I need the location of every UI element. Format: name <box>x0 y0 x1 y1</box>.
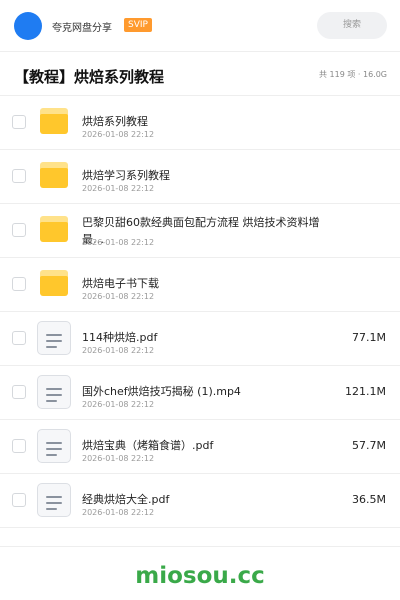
document-icon <box>37 429 71 463</box>
file-date: 2026-01-08 22:12 <box>82 454 155 463</box>
user-name[interactable]: 夸克网盘分享 <box>52 19 112 34</box>
file-size: 57.7M <box>352 439 386 452</box>
folder-header: 【教程】烘焙系列教程 共 119 项 · 16.0G <box>0 52 400 96</box>
file-row[interactable]: 经典烘焙大全.pdf 2026-01-08 22:12 36.5M <box>0 474 400 528</box>
file-name[interactable]: 国外chef烘焙技巧揭秘 (1).mp4 <box>82 383 322 399</box>
file-row[interactable]: 烘焙学习系列教程 2026-01-08 22:12 <box>0 150 400 204</box>
row-checkbox[interactable] <box>12 331 26 345</box>
file-name[interactable]: 烘焙学习系列教程 <box>82 167 322 183</box>
document-icon <box>37 321 71 355</box>
page-title: 【教程】烘焙系列教程 <box>14 68 165 86</box>
file-date: 2026-01-08 22:12 <box>82 292 155 301</box>
file-date: 2026-01-08 22:12 <box>82 508 155 517</box>
folder-icon <box>40 108 68 134</box>
file-row[interactable]: 国外chef烘焙技巧揭秘 (1).mp4 2026-01-08 22:12 121.… <box>0 366 400 420</box>
folder-icon <box>40 216 68 242</box>
file-row[interactable]: 烘焙电子书下载 2026-01-08 22:12 <box>0 258 400 312</box>
row-checkbox[interactable] <box>12 169 26 183</box>
file-row[interactable]: 烘焙宝典（烤箱食谱）.pdf 2026-01-08 22:12 57.7M <box>0 420 400 474</box>
file-row[interactable]: 114种烘焙.pdf 2026-01-08 22:12 77.1M <box>0 312 400 366</box>
file-name[interactable]: 烘焙宝典（烤箱食谱）.pdf <box>82 437 322 453</box>
file-size: 77.1M <box>352 331 386 344</box>
document-icon <box>37 375 71 409</box>
file-name[interactable]: 烘焙电子书下载 <box>82 275 322 291</box>
file-row[interactable]: 巴黎贝甜60款经典面包配方流程 烘焙技术资料增最… 2026-01-08 22:1… <box>0 204 400 258</box>
file-size: 121.1M <box>345 385 386 398</box>
row-checkbox[interactable] <box>12 493 26 507</box>
file-list: 烘焙系列教程 2026-01-08 22:12 烘焙学习系列教程 2026-01-08… <box>0 96 400 528</box>
footer: miosou.cc <box>0 546 400 600</box>
row-checkbox[interactable] <box>12 115 26 129</box>
top-bar: 夸克网盘分享 SVIP 搜索 <box>0 0 400 52</box>
row-checkbox[interactable] <box>12 223 26 237</box>
row-checkbox[interactable] <box>12 385 26 399</box>
watermark: miosou.cc <box>135 563 265 589</box>
search-input[interactable]: 搜索 <box>317 12 387 39</box>
folder-icon <box>40 162 68 188</box>
file-size: 36.5M <box>352 493 386 506</box>
file-date: 2026-01-08 22:12 <box>82 238 155 247</box>
file-name[interactable]: 经典烘焙大全.pdf <box>82 491 322 507</box>
row-checkbox[interactable] <box>12 439 26 453</box>
file-date: 2026-01-08 22:12 <box>82 130 155 139</box>
row-checkbox[interactable] <box>12 277 26 291</box>
avatar[interactable] <box>14 12 42 40</box>
file-date: 2026-01-08 22:12 <box>82 346 155 355</box>
file-date: 2026-01-08 22:12 <box>82 184 155 193</box>
svip-badge: SVIP <box>124 18 152 32</box>
file-date: 2026-01-08 22:12 <box>82 400 155 409</box>
document-icon <box>37 483 71 517</box>
file-name[interactable]: 114种烘焙.pdf <box>82 329 322 345</box>
folder-icon <box>40 270 68 296</box>
folder-stats: 共 119 项 · 16.0G <box>319 70 387 79</box>
file-name[interactable]: 烘焙系列教程 <box>82 113 322 129</box>
file-row[interactable]: 烘焙系列教程 2026-01-08 22:12 <box>0 96 400 150</box>
